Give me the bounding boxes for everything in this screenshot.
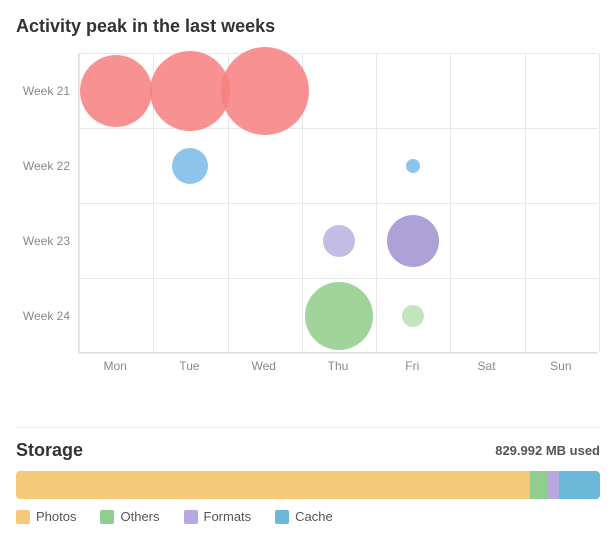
legend-label-photos: Photos [36, 509, 76, 524]
y-label-2: Week 23 [16, 235, 70, 247]
grid-line-v [599, 53, 600, 352]
storage-segment-cache [559, 471, 600, 499]
x-label-4: Fri [405, 359, 419, 373]
bubble-0 [80, 55, 152, 127]
storage-segment-others [530, 471, 548, 499]
legend-color-photos [16, 510, 30, 524]
storage-title: Storage [16, 440, 83, 461]
page-container: Activity peak in the last weeks Week 21W… [16, 16, 600, 524]
legend-label-formats: Formats [204, 509, 252, 524]
grid-line-h [79, 203, 598, 204]
grid-line-h [79, 53, 598, 54]
x-label-0: Mon [103, 359, 126, 373]
legend-color-cache [275, 510, 289, 524]
grid-line-v [525, 53, 526, 352]
bubble-8 [402, 305, 424, 327]
x-label-3: Thu [328, 359, 349, 373]
storage-segment-photos [16, 471, 530, 499]
y-label-0: Week 21 [16, 85, 70, 97]
legend-color-formats [184, 510, 198, 524]
x-label-5: Sat [478, 359, 496, 373]
bubble-7 [305, 282, 373, 350]
storage-header: Storage 829.992 MB used [16, 440, 600, 461]
storage-bar [16, 471, 600, 499]
bubble-4 [406, 159, 420, 173]
grid-line-h [79, 128, 598, 129]
bubble-1 [150, 51, 230, 131]
storage-segment-formats [547, 471, 559, 499]
chart-title: Activity peak in the last weeks [16, 16, 600, 37]
y-label-1: Week 22 [16, 160, 70, 172]
bubble-3 [172, 148, 208, 184]
y-label-3: Week 24 [16, 310, 70, 322]
bubble-6 [387, 215, 439, 267]
storage-legend: Photos Others Formats Cache [16, 509, 600, 524]
storage-section: Storage 829.992 MB used Photos Others Form… [16, 427, 600, 524]
legend-item-photos: Photos [16, 509, 76, 524]
bubble-chart [78, 53, 598, 353]
grid-line-v [79, 53, 80, 352]
grid-line-v [376, 53, 377, 352]
bubble-5 [323, 225, 355, 257]
grid-line-v [450, 53, 451, 352]
storage-used: 829.992 MB used [495, 443, 600, 458]
legend-label-cache: Cache [295, 509, 333, 524]
legend-item-cache: Cache [275, 509, 333, 524]
x-label-1: Tue [179, 359, 199, 373]
legend-item-others: Others [100, 509, 159, 524]
grid-line-h [79, 278, 598, 279]
x-axis-labels: Mon Tue Wed Thu Fri Sat Sun [78, 359, 598, 379]
grid-line-h [79, 353, 598, 354]
x-label-2: Wed [251, 359, 275, 373]
y-axis-labels: Week 21 Week 22 Week 23 Week 24 [16, 53, 78, 353]
x-label-6: Sun [550, 359, 571, 373]
legend-item-formats: Formats [184, 509, 252, 524]
bubble-2 [221, 47, 309, 135]
legend-color-others [100, 510, 114, 524]
bubble-chart-area: Week 21 Week 22 Week 23 Week 24 Mon Tue Wed Th… [16, 53, 600, 379]
legend-label-others: Others [120, 509, 159, 524]
